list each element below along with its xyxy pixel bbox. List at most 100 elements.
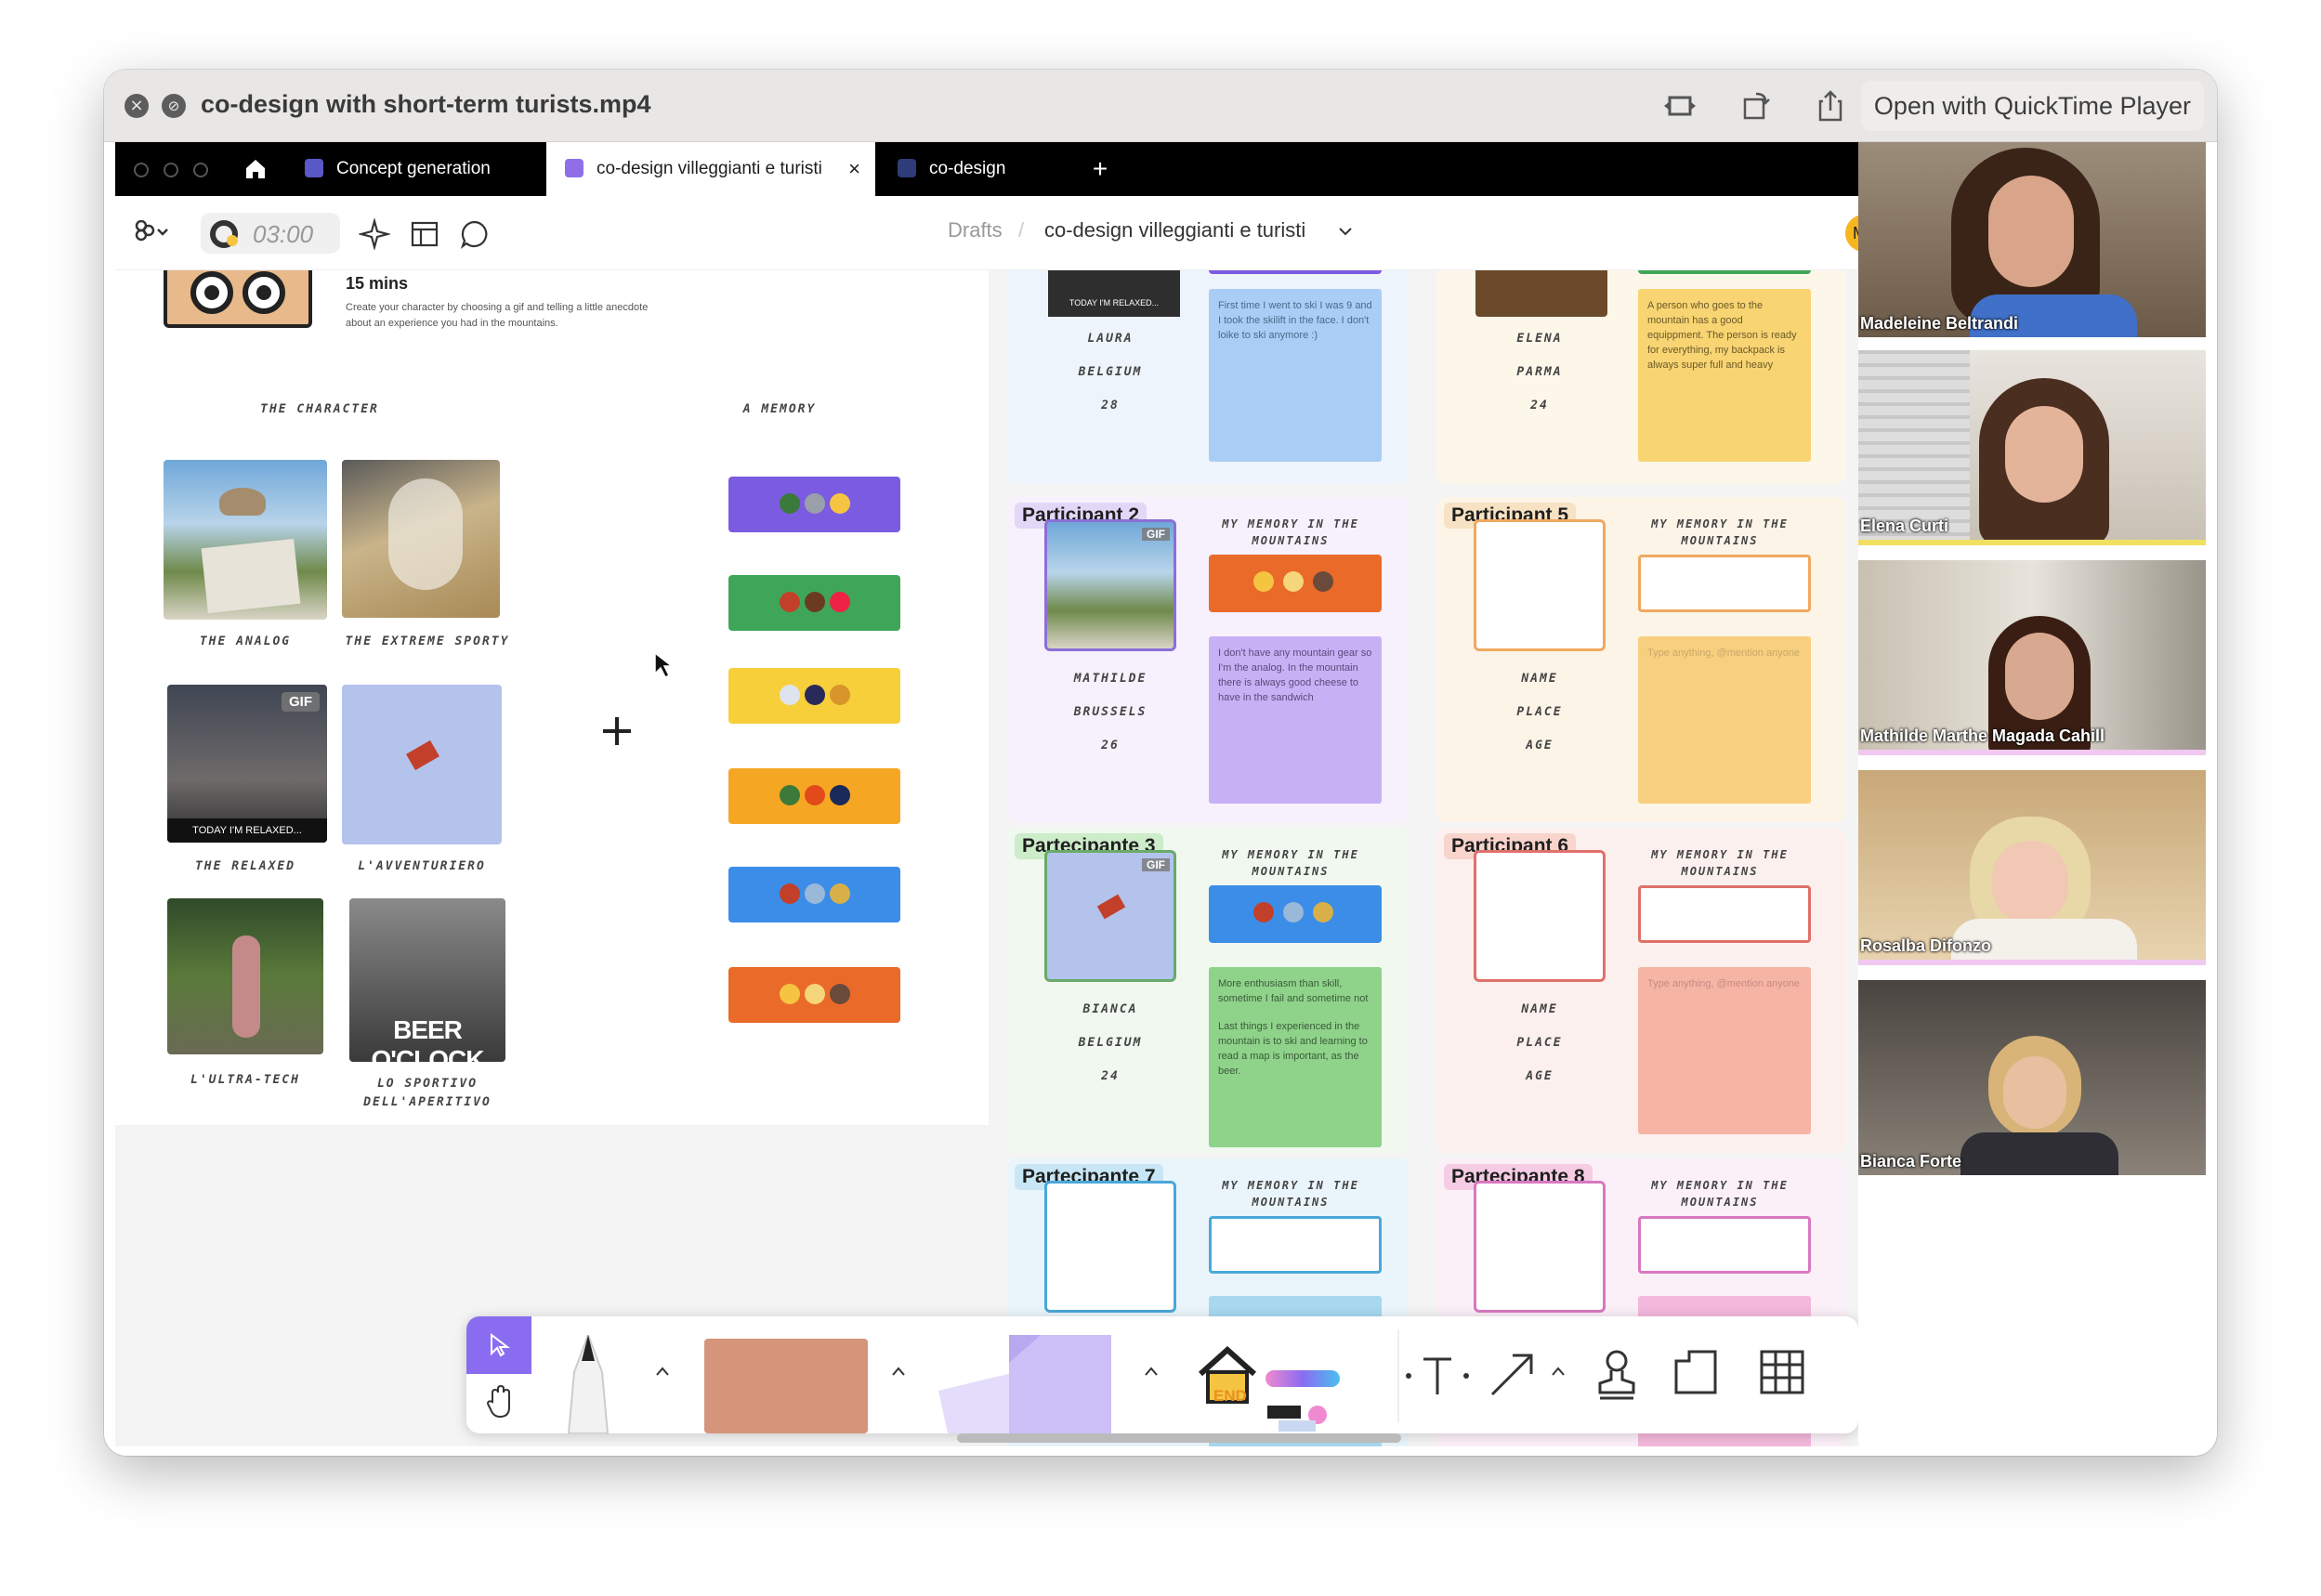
stamp-tool-icon[interactable] [1596,1348,1637,1400]
traffic-light-zoom[interactable] [193,163,208,177]
select-tool[interactable] [466,1316,531,1374]
character-gif-ultra-tech[interactable] [167,898,323,1054]
text-tool-icon[interactable] [1405,1350,1470,1402]
video-frame: Concept generation co-design villeggiant… [115,142,2206,1446]
chevron-up-icon[interactable] [890,1365,907,1378]
character-gif-sportivo-aperitivo[interactable]: BEER O'CLOCK [349,898,505,1062]
character-gif-extreme-sporty[interactable] [342,460,500,618]
participant-age: AGE [1526,1069,1554,1083]
memory-note[interactable]: I don't have any mountain gear so I'm th… [1209,636,1382,804]
participant-name: BIANCA [1082,1002,1138,1016]
memory-note[interactable]: Type anything, @mention anyone [1638,967,1811,1134]
participant-age: 28 [1101,399,1120,412]
trim-icon[interactable] [1661,88,1698,124]
memory-card-1[interactable] [728,477,900,532]
participant-name: Elena Curti [1860,517,1949,535]
cursor-icon [654,651,675,679]
participant-emoji-box[interactable] [1209,1216,1382,1274]
traffic-light-minimize[interactable] [164,163,178,177]
timer-widget[interactable]: 03:00 [201,213,340,254]
tab-concept-generation[interactable]: Concept generation [286,142,543,196]
horizontal-scrollbar[interactable] [957,1433,1401,1443]
connector-tool-icon[interactable] [1485,1346,1541,1402]
window-title: co-design with short-term turists.mp4 [201,90,651,118]
figma-menu-icon[interactable] [134,220,171,246]
memory-card-2[interactable] [728,575,900,631]
chevron-up-icon[interactable] [1550,1365,1567,1378]
memory-note[interactable]: First time I went to ski I was 9 and I t… [1209,289,1382,462]
add-icon[interactable] [600,714,634,748]
table-tool-icon[interactable] [1758,1348,1806,1396]
video-tile-1: Madeleine Beltrandi [1858,142,2206,337]
participant-emoji-box[interactable] [1638,555,1811,612]
participant-gif: GIF [1044,850,1176,982]
memory-note[interactable]: Type anything, @mention anyone [1638,636,1811,804]
ai-sparkle-icon[interactable] [359,218,390,250]
participant-name: NAME [1521,1002,1558,1016]
participant-name: LAURA [1087,332,1134,346]
participant-emoji-box[interactable] [1638,885,1811,943]
share-icon[interactable] [1812,88,1849,124]
participant-gif [1475,270,1607,317]
participant-place: PARMA [1516,365,1563,379]
marker-tool-icon[interactable] [556,1335,621,1433]
traffic-light-close[interactable] [134,163,149,177]
participant-photo-placeholder[interactable] [1474,1181,1606,1313]
participant-age: 24 [1530,399,1549,412]
timer-icon [210,220,238,248]
home-icon[interactable] [243,157,268,181]
figma-tabbar: Concept generation co-design villeggiant… [115,142,1858,196]
rotate-icon[interactable] [1737,88,1775,124]
character-name-ultra-tech: L'ULTRA-TECH [190,1073,300,1087]
participant-emoji-box[interactable] [1638,1216,1811,1274]
sticky-note-tool-icon[interactable] [920,1335,1128,1433]
close-tab-icon[interactable]: × [848,142,860,196]
character-gif-avventuriero[interactable] [342,685,502,844]
participant-card-6: Participant 6 MY MEMORY IN THE MOUNTAINS… [1436,828,1845,1153]
memory-card-5[interactable] [728,867,900,922]
participant-age: 24 [1101,1069,1120,1083]
participant-place: PLACE [1516,705,1563,719]
sticker-strip[interactable] [1265,1370,1340,1387]
participant-card-5: Participant 5 MY MEMORY IN THE MOUNTAINS… [1436,497,1845,822]
participant-photo-placeholder[interactable] [1044,1181,1176,1313]
memory-note[interactable]: A person who goes to the mountain has a … [1638,289,1811,462]
memory-card-4[interactable] [728,768,900,824]
gif-caption: TODAY I'M RELAXED... [167,818,327,843]
gif-badge: GIF [282,692,320,712]
memory-note[interactable]: More enthusiasm than skill, sometime I f… [1209,967,1382,1147]
character-gif-relaxed[interactable]: GIF TODAY I'M RELAXED... [167,685,327,843]
open-with-quicktime-button[interactable]: Open with QuickTime Player [1860,81,2204,131]
end-sticker[interactable]: END [1213,1387,1247,1406]
figma-toolbar: 03:00 Drafts / co-design villeggianti e … [115,196,1882,270]
new-tab-button[interactable]: + [1082,142,1119,196]
shape-tool[interactable] [704,1339,868,1433]
participant-age: 26 [1101,739,1120,752]
character-name-analog: THE ANALOG [199,634,292,648]
figjam-canvas[interactable]: 15 mins Create your character by choosin… [115,270,1858,1446]
chevron-down-icon[interactable] [1338,226,1353,237]
participant-photo-placeholder[interactable] [1474,519,1606,651]
stickers-icon[interactable] [1265,1394,1340,1433]
memory-card-6[interactable] [728,967,900,1023]
breadcrumb-file-name[interactable]: co-design villeggianti e turisti [1044,218,1305,242]
hide-button[interactable]: ⊘ [162,94,186,118]
participant-gif: GIF [1044,519,1176,651]
section-tool-icon[interactable] [1672,1348,1719,1396]
character-gif-analog[interactable] [164,460,327,620]
hand-icon[interactable] [485,1385,515,1419]
close-window-button[interactable]: × [125,94,149,118]
memory-card-3[interactable] [728,668,900,724]
layout-icon[interactable] [409,218,440,250]
participant-photo-placeholder[interactable] [1474,850,1606,982]
breadcrumb-drafts[interactable]: Drafts [948,218,1003,242]
comment-icon[interactable] [459,218,491,250]
memory-title: MY MEMORY IN THE MOUNTAINS [1222,848,1359,878]
tab-co-design-villeggianti[interactable]: co-design villeggianti e turisti × [546,142,875,196]
tab-co-design[interactable]: co-design [879,142,1061,196]
video-tile-5: Bianca Forte [1858,980,2206,1175]
chevron-up-icon[interactable] [654,1365,671,1378]
quicktime-window: × ⊘ co-design with short-term turists.mp… [104,70,2217,1456]
video-tile-4: Rosalba Difonzo [1858,770,2206,965]
chevron-up-icon[interactable] [1143,1365,1160,1378]
